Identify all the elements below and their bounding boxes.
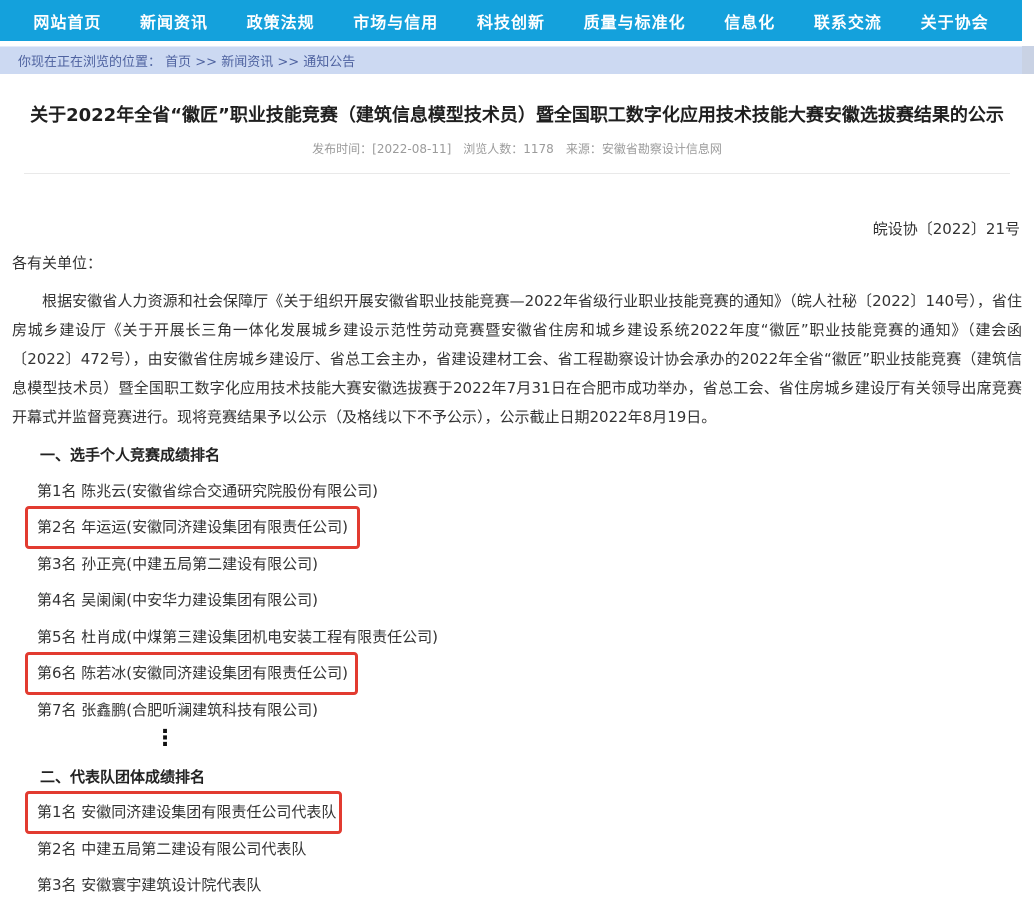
nav-item-6[interactable]: 质量与标准化: [584, 9, 686, 33]
breadcrumb-link-1[interactable]: 首页: [165, 55, 191, 70]
top-nav: 网站首页 新闻资讯 政策法规 市场与信用 科技创新 质量与标准化 信息化 联系交流 关于协会: [0, 0, 1022, 41]
rank-item-text: 第6名 陈若冰(安徽同济建设集团有限责任公司): [37, 662, 348, 683]
article-meta: 发布时间：[2022-08-11] 浏览人数：1178 来源：安徽省勘察设计信息…: [12, 140, 1022, 157]
nav-item-1[interactable]: 网站首页: [33, 9, 101, 33]
breadcrumb-separator: >>: [191, 55, 221, 70]
breadcrumb: 你现在正在浏览的位置： 首页 >> 新闻资讯 >> 通知公告: [0, 46, 1022, 74]
nav-item-2[interactable]: 新闻资讯: [140, 9, 208, 33]
section-heading-1: 一、选手个人竞赛成绩排名: [12, 444, 1022, 466]
page-title: 关于2022年全省“徽匠”职业技能竞赛（建筑信息模型技术员）暨全国职工数字化应用…: [12, 104, 1022, 128]
salutation: 各有关单位：: [12, 252, 1022, 273]
article: 关于2022年全省“徽匠”职业技能竞赛（建筑信息模型技术员）暨全国职工数字化应用…: [0, 104, 1034, 903]
nav-item-8[interactable]: 联系交流: [814, 9, 882, 33]
rank-item-text: 第2名 年运运(安徽同济建设集团有限责任公司): [37, 516, 348, 537]
vertical-ellipsis: ⋮: [12, 728, 1022, 754]
rank-item: 第2名 年运运(安徽同济建设集团有限责任公司): [12, 509, 1022, 546]
rank-item: 第7名 张鑫鹏(合肥听澜建筑科技有限公司): [12, 691, 1022, 728]
breadcrumb-link-2[interactable]: 新闻资讯: [221, 55, 273, 70]
rank-item-text: 第2名 中建五局第二建设有限公司代表队: [37, 838, 306, 859]
rank-item-text: 第3名 孙正亮(中建五局第二建设有限公司): [37, 553, 318, 574]
rank-item: 第4名 吴阑阑(中安华力建设集团有限公司): [12, 582, 1022, 619]
rank-item-text: 第4名 吴阑阑(中安华力建设集团有限公司): [37, 589, 318, 610]
nav-item-3[interactable]: 政策法规: [247, 9, 315, 33]
rank-list-1: 第1名 陈兆云(安徽省综合交通研究院股份有限公司) 第2名 年运运(安徽同济建设集…: [12, 472, 1022, 728]
rank-item-text: 第3名 安徽寰宇建筑设计院代表队: [37, 874, 261, 895]
rank-item-text: 第1名 安徽同济建设集团有限责任公司代表队: [37, 801, 336, 822]
breadcrumb-link-3[interactable]: 通知公告: [303, 55, 355, 70]
breadcrumb-row: 你现在正在浏览的位置： 首页 >> 新闻资讯 >> 通知公告: [0, 46, 1034, 74]
rank-item: 第2名 中建五局第二建设有限公司代表队: [12, 830, 1022, 867]
section-heading-2: 二、代表队团体成绩排名: [12, 766, 1022, 788]
rank-item: 第1名 陈兆云(安徽省综合交通研究院股份有限公司): [12, 472, 1022, 509]
rank-item: 第5名 杜肖成(中煤第三建设集团机电安装工程有限责任公司): [12, 618, 1022, 655]
nav-item-9[interactable]: 关于协会: [921, 9, 989, 33]
nav-item-4[interactable]: 市场与信用: [353, 9, 438, 33]
meta-divider: [24, 173, 1010, 174]
rank-item: 第1名 安徽同济建设集团有限责任公司代表队: [12, 794, 1022, 831]
nav-item-5[interactable]: 科技创新: [477, 9, 545, 33]
rank-item-text: 第1名 陈兆云(安徽省综合交通研究院股份有限公司): [37, 480, 378, 501]
body-paragraph: 根据安徽省人力资源和社会保障厅《关于组织开展安徽省职业技能竞赛—2022年省级行…: [12, 287, 1022, 432]
rank-item-text: 第7名 张鑫鹏(合肥听澜建筑科技有限公司): [37, 699, 318, 720]
breadcrumb-separator: >>: [273, 55, 303, 70]
doc-number: 皖设协〔2022〕21号: [12, 218, 1022, 239]
rank-list-2: 第1名 安徽同济建设集团有限责任公司代表队第2名 中建五局第二建设有限公司代表队…: [12, 794, 1022, 903]
breadcrumb-prefix: 你现在正在浏览的位置：: [18, 51, 165, 70]
rank-item-text: 第5名 杜肖成(中煤第三建设集团机电安装工程有限责任公司): [37, 626, 438, 647]
breadcrumb-edge: [1022, 46, 1034, 74]
sections: 一、选手个人竞赛成绩排名第1名 陈兆云(安徽省综合交通研究院股份有限公司) 第2名…: [12, 444, 1022, 903]
rank-item: 第6名 陈若冰(安徽同济建设集团有限责任公司): [12, 655, 1022, 692]
rank-item: 第3名 孙正亮(中建五局第二建设有限公司): [12, 545, 1022, 582]
nav-item-7[interactable]: 信息化: [724, 9, 775, 33]
breadcrumb-links: 首页 >> 新闻资讯 >> 通知公告: [165, 51, 355, 70]
